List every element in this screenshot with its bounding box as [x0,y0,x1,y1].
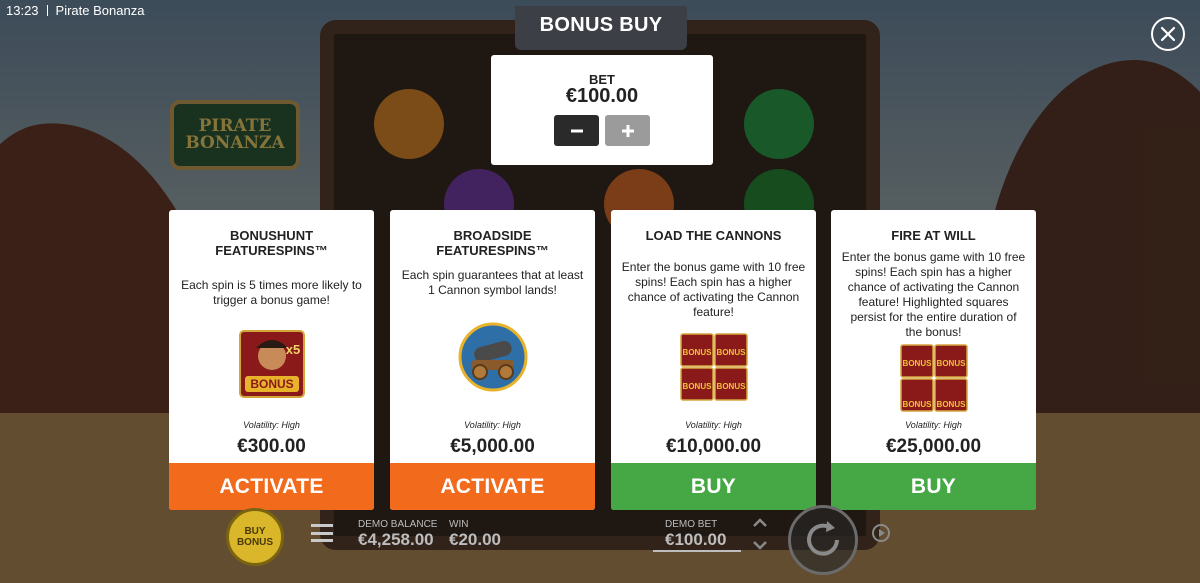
bet-panel: BET €100.00 [491,55,713,165]
activate-broadside-button[interactable]: ACTIVATE [390,463,595,510]
svg-text:BONUS: BONUS [682,382,712,391]
close-icon [1160,26,1176,42]
chevron-up-down-icon [753,518,767,550]
buy-fire-at-will-button[interactable]: BUY [831,463,1036,510]
app-name: Pirate Bonanza [55,3,145,18]
card-description: Each spin guarantees that at least 1 Can… [401,268,584,297]
card-price: €25,000.00 [885,436,982,457]
menu-button[interactable] [311,524,333,542]
svg-text:BONUS: BONUS [716,382,746,391]
bonus-symbol-grid-icon: BONUS BONUS BONUS BONUS [679,333,748,401]
minus-icon [570,129,583,132]
bonus-card-broadside: BROADSIDE FEATURESPINS™ Each spin guaran… [390,210,595,510]
cannon-symbol-icon [458,322,528,392]
autoplay-icon [872,524,890,542]
dialog-title: BONUS BUY [539,14,663,36]
card-title: BROADSIDE FEATURESPINS™ [436,228,549,258]
svg-text:BONUS: BONUS [902,400,932,409]
card-price: €300.00 [237,436,306,457]
card-price: €5,000.00 [450,436,535,457]
demo-balance-value: €4,258.00 [358,530,434,549]
buy-load-the-cannons-button[interactable]: BUY [611,463,816,510]
autoplay-button[interactable] [870,522,892,544]
card-description: Enter the bonus game with 10 free spins!… [621,260,806,319]
card-title: FIRE AT WILL [891,228,976,243]
clock: 13:23 [6,3,39,18]
card-volatility: Volatility: High [243,420,300,430]
win-value: €20.00 [449,530,501,549]
spin-button[interactable] [788,505,858,575]
svg-text:BONUS: BONUS [936,359,966,368]
card-title: BONUSHUNT FEATURESPINS™ [215,228,328,258]
bonus-card-load-the-cannons: LOAD THE CANNONS Enter the bonus game wi… [611,210,816,510]
svg-text:BONUS: BONUS [902,359,932,368]
multiplier-badge: x5 [285,342,299,357]
hamburger-icon [311,524,333,527]
bonus-symbol-grid-icon: BONUS BONUS BONUS BONUS [899,344,968,412]
bonus-symbol-text: BONUS [250,377,293,391]
status-bar: 13:23 Pirate Bonanza [6,3,144,18]
card-description: Each spin is 5 times more likely to trig… [181,278,362,307]
card-description: Enter the bonus game with 10 free spins!… [841,250,1026,339]
win-label: WIN [449,519,469,530]
card-volatility: Volatility: High [464,420,521,430]
card-volatility: Volatility: High [685,420,742,430]
status-divider [46,5,48,16]
buy-bonus-button[interactable]: BUY BONUS [226,508,284,566]
demo-bet-display: DEMO BET €100.00 [653,514,741,552]
activate-bonushunt-button[interactable]: ACTIVATE [169,463,374,510]
svg-text:BONUS: BONUS [936,400,966,409]
bonus-card-bonushunt: BONUSHUNT FEATURESPINS™ Each spin is 5 t… [169,210,374,510]
close-button[interactable] [1151,17,1185,51]
bonus-card-fire-at-will: FIRE AT WILL Enter the bonus game with 1… [831,210,1036,510]
spin-arrow-icon [807,521,839,556]
bet-adjust-arrows[interactable] [750,516,770,552]
card-title: LOAD THE CANNONS [645,228,782,243]
demo-bet-value: €100.00 [665,530,727,549]
card-price: €10,000.00 [665,436,762,457]
demo-bet-label: DEMO BET [665,519,718,530]
increase-bet-button[interactable] [605,115,650,146]
card-volatility: Volatility: High [905,420,962,430]
bet-value: €100.00 [565,85,639,107]
demo-balance-label: DEMO BALANCE [358,519,438,530]
plus-icon [621,124,634,137]
svg-text:BONUS: BONUS [682,348,712,357]
bonus-x5-symbol-icon: x5 BONUS [238,330,305,398]
svg-text:BONUS: BONUS [716,348,746,357]
decrease-bet-button[interactable] [554,115,599,146]
